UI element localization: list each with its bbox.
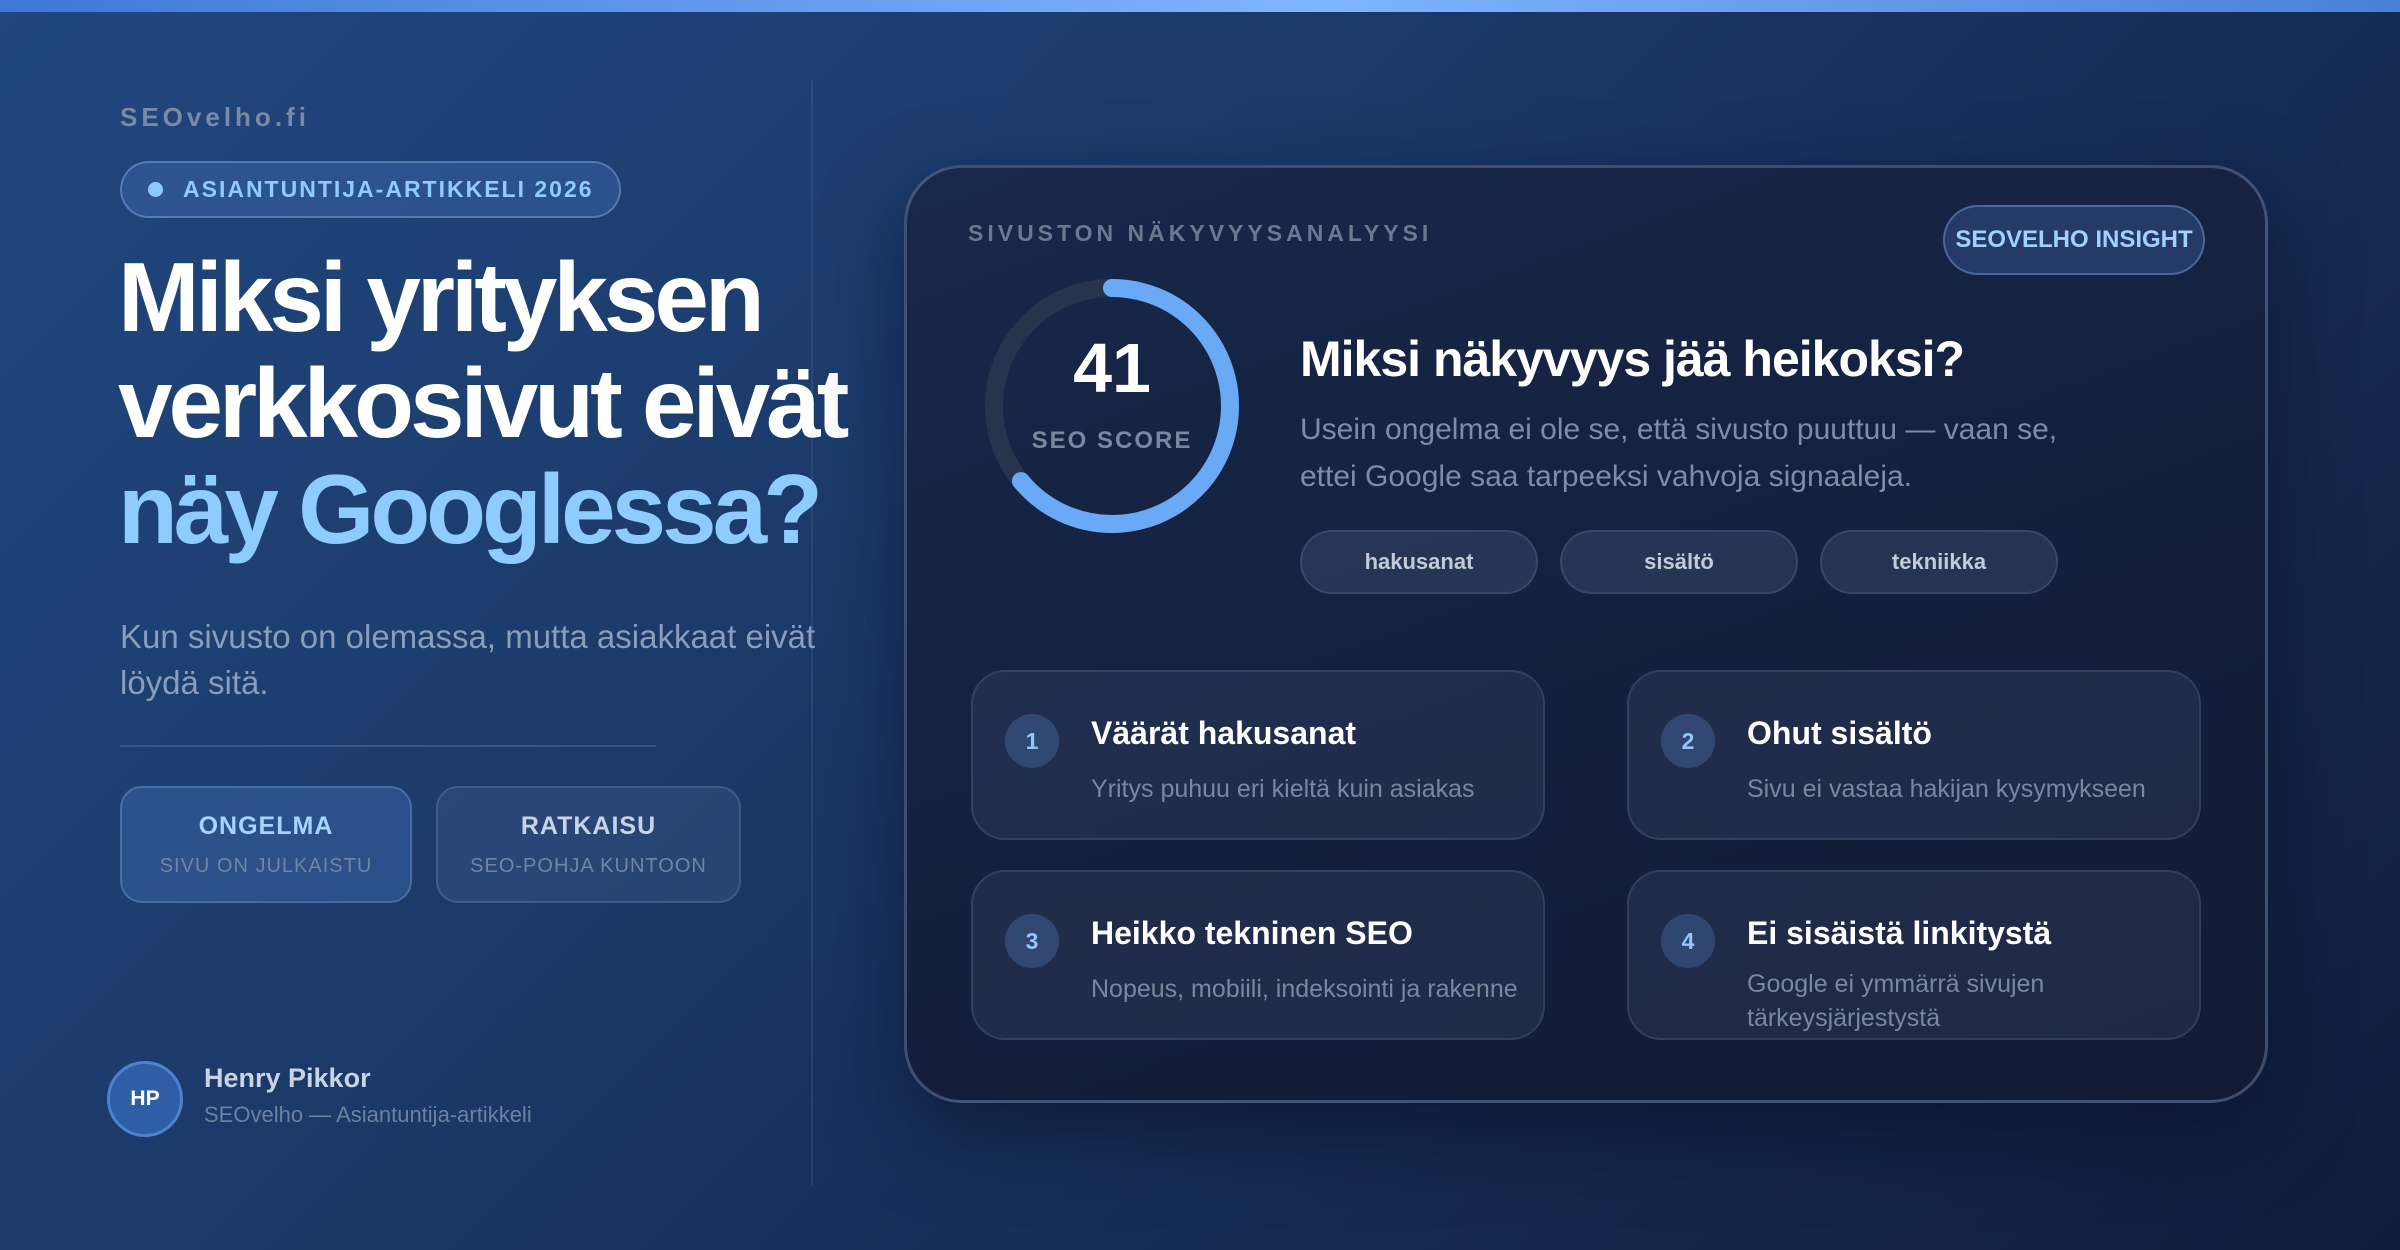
chip-sisalto[interactable]: sisältö <box>1560 530 1798 594</box>
problem-tag-subtitle: SIVU ON JULKAISTU <box>159 854 373 877</box>
issue-number-badge: 2 <box>1661 714 1715 768</box>
section-divider <box>120 745 656 747</box>
badge-label: ASIANTUNTIJA-ARTIKKELI 2026 <box>183 176 594 202</box>
issue-description: Google ei ymmärrä sivujen tärkeysjärjest… <box>1747 970 2045 1032</box>
title-line-3-accent: näy Googlessa? <box>118 454 823 564</box>
top-accent-bar <box>0 0 2400 12</box>
page-subtitle: Kun sivusto on olemassa, mutta asiakkaat… <box>120 618 816 701</box>
issue-title: Ei sisäistä linkitystä <box>1747 915 2052 951</box>
card-heading: Miksi näkyvyys jää heikoksi? <box>1300 331 1965 387</box>
seo-score-value: 41 <box>1073 329 1151 407</box>
article-badge: ASIANTUNTIJA-ARTIKKELI 2026 <box>120 161 621 218</box>
issue-card-3: 3 Heikko tekninen SEO Nopeus, mobiili, i… <box>971 870 1545 1040</box>
seo-score-label: SEO SCORE <box>1031 427 1193 454</box>
brand-logo-text[interactable]: SEOvelho.fi <box>120 102 310 133</box>
title-line-1: Miksi yrityksen <box>118 242 765 352</box>
issue-card-4: 4 Ei sisäistä linkitystä Google ei ymmär… <box>1627 870 2201 1040</box>
problem-tag: ONGELMA SIVU ON JULKAISTU <box>120 786 412 903</box>
chip-hakusanat[interactable]: hakusanat <box>1300 530 1538 594</box>
solution-tag: RATKAISU SEO-POHJA KUNTOON <box>436 786 741 903</box>
issue-title: Ohut sisältö <box>1747 715 1932 751</box>
problem-tag-title: ONGELMA <box>198 811 334 840</box>
solution-tag-subtitle: SEO-POHJA KUNTOON <box>470 854 707 877</box>
issue-title: Väärät hakusanat <box>1091 715 1357 751</box>
issue-number-badge: 3 <box>1005 914 1059 968</box>
issue-description: Sivu ei vastaa hakijan kysymykseen <box>1747 775 2146 803</box>
issue-number-badge: 4 <box>1661 914 1715 968</box>
solution-tag-title: RATKAISU <box>520 811 657 840</box>
author-name: Henry Pikkor <box>204 1063 371 1093</box>
author-role: SEOvelho — Asiantuntija-artikkeli <box>204 1102 532 1127</box>
issue-card-1: 1 Väärät hakusanat Yritys puhuu eri kiel… <box>971 670 1545 840</box>
title-line-2: verkkosivut eivät <box>118 348 849 458</box>
card-label: SIVUSTON NÄKYVYYSANALYYSI <box>968 220 1433 246</box>
card-description: Usein ongelma ei ole se, että sivusto pu… <box>1300 413 2058 493</box>
page-title: Miksi yrityksen verkkosivut eivät näy Go… <box>118 244 878 562</box>
chip-tekniikka[interactable]: tekniikka <box>1820 530 2058 594</box>
avatar: HP <box>107 1061 183 1137</box>
issue-title: Heikko tekninen SEO <box>1091 915 1413 951</box>
badge-dot-icon <box>148 182 163 197</box>
issue-number-badge: 1 <box>1005 714 1059 768</box>
issue-card-2: 2 Ohut sisältö Sivu ei vastaa hakijan ky… <box>1627 670 2201 840</box>
insight-badge: SEOVELHO INSIGHT <box>1943 205 2205 275</box>
issue-description: Yritys puhuu eri kieltä kuin asiakas <box>1091 775 1475 803</box>
issue-description: Nopeus, mobiili, indeksointi ja rakenne <box>1091 975 1518 1003</box>
